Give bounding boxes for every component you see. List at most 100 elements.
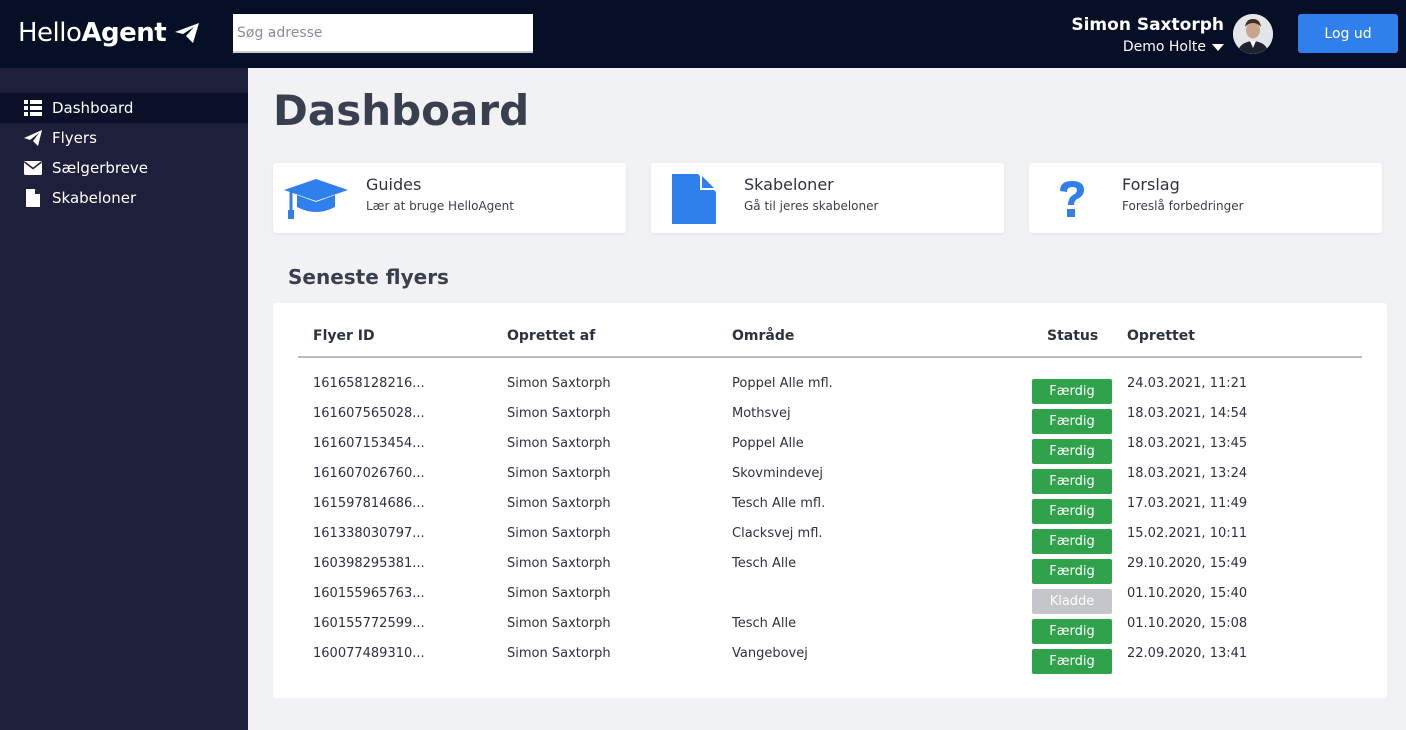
flyers-table: Flyer ID Oprettet af Område Status Opret… (273, 303, 1387, 698)
table-row[interactable]: 161338030797... Simon Saxtorph Clacksvej m… (273, 523, 1387, 554)
table-row[interactable]: 160398295381... Simon Saxtorph Tesch Alle 2… (273, 553, 1387, 584)
cell-oprettet: 29.10.2020, 15:49 (1127, 556, 1248, 571)
cell-oprettet: 18.03.2021, 14:54 (1127, 406, 1248, 421)
cell-flyer-id: 160398295381... (313, 556, 425, 571)
card-title: Guides (366, 175, 422, 194)
table-row[interactable]: 161607026760... Simon Saxtorph Skovmindeve… (273, 463, 1387, 494)
column-header-oprettet[interactable]: Oprettet (1127, 328, 1195, 344)
cell-omraade: Poppel Alle mfl. (732, 376, 833, 391)
table-row[interactable]: 161658128216... Simon Saxtorph Poppel Alle… (273, 373, 1387, 404)
column-header-flyer-id[interactable]: Flyer ID (313, 328, 375, 344)
organization-name: Demo Holte (1122, 39, 1206, 55)
column-header-omraade[interactable]: Område (732, 328, 794, 344)
table-row[interactable]: 160155965763... Simon Saxtorph 01.10.2020,… (273, 583, 1387, 614)
card-skabeloner[interactable]: Skabeloner Gå til jeres skabeloner (651, 163, 1004, 233)
graduation-cap-icon (283, 173, 349, 225)
user-name: Simon Saxtorph (1071, 15, 1224, 35)
cell-oprettet-af: Simon Saxtorph (507, 376, 611, 391)
list-icon (24, 99, 42, 117)
card-title: Skabeloner (744, 175, 834, 194)
cell-oprettet: 01.10.2020, 15:40 (1127, 586, 1248, 601)
sidebar-item-skabeloner[interactable]: Skabeloner (0, 183, 248, 213)
main-content: Dashboard Guides Lær at bruge HelloAgent… (248, 68, 1406, 730)
table-row[interactable]: 161607565028... Simon Saxtorph Mothsvej 18.… (273, 403, 1387, 434)
cell-oprettet: 15.02.2021, 10:11 (1127, 526, 1248, 541)
card-subtitle: Gå til jeres skabeloner (744, 199, 879, 213)
status-badge: Færdig (1032, 529, 1112, 554)
sidebar-item-dashboard[interactable]: Dashboard (0, 93, 248, 123)
cell-oprettet: 18.03.2021, 13:45 (1127, 436, 1248, 451)
cell-oprettet-af: Simon Saxtorph (507, 496, 611, 511)
file-icon (24, 189, 42, 207)
column-header-status[interactable]: Status (1047, 328, 1098, 344)
status-badge: Færdig (1032, 559, 1112, 584)
cell-flyer-id: 160155965763... (313, 586, 425, 601)
status-badge: Færdig (1032, 469, 1112, 494)
table-row[interactable]: 160077489310... Simon Saxtorph Vangebovej 2… (273, 643, 1387, 674)
cell-oprettet: 01.10.2020, 15:08 (1127, 616, 1248, 631)
cell-oprettet-af: Simon Saxtorph (507, 616, 611, 631)
card-guides[interactable]: Guides Lær at bruge HelloAgent (273, 163, 626, 233)
paper-plane-icon (174, 22, 200, 44)
user-menu[interactable]: Simon Saxtorph Demo Holte (1071, 14, 1224, 55)
status-badge: Færdig (1032, 619, 1112, 644)
logout-button[interactable]: Log ud (1298, 14, 1398, 53)
status-badge: Færdig (1032, 439, 1112, 464)
cell-flyer-id: 160155772599... (313, 616, 425, 631)
cell-flyer-id: 161658128216... (313, 376, 425, 391)
status-badge: Færdig (1032, 499, 1112, 524)
card-title: Forslag (1122, 175, 1180, 194)
page-title: Dashboard (273, 86, 530, 135)
paper-plane-icon (24, 129, 42, 147)
caret-down-icon (1212, 43, 1224, 51)
question-icon (1039, 173, 1105, 225)
cell-flyer-id: 161338030797... (313, 526, 425, 541)
cell-omraade: Clacksvej mfl. (732, 526, 823, 541)
logo-agent: Agent (81, 18, 167, 48)
status-badge: Færdig (1032, 649, 1112, 674)
sidebar-item-label: Dashboard (52, 99, 134, 117)
table-row[interactable]: 161597814686... Simon Saxtorph Tesch Alle … (273, 493, 1387, 524)
search-input[interactable] (233, 14, 533, 53)
envelope-icon (24, 159, 42, 177)
cell-oprettet-af: Simon Saxtorph (507, 586, 611, 601)
section-title: Seneste flyers (288, 265, 449, 289)
cell-oprettet-af: Simon Saxtorph (507, 556, 611, 571)
status-badge: Kladde (1032, 589, 1112, 614)
cell-flyer-id: 160077489310... (313, 646, 425, 661)
card-subtitle: Lær at bruge HelloAgent (366, 199, 514, 213)
cell-omraade: Tesch Alle (732, 556, 797, 571)
cell-omraade: Vangebovej (732, 646, 808, 661)
sidebar-item-saelgerbreve[interactable]: Sælgerbreve (0, 153, 248, 183)
cell-flyer-id: 161607153454... (313, 436, 425, 451)
logo[interactable]: Hello Agent (18, 16, 200, 50)
sidebar-item-flyers[interactable]: Flyers (0, 123, 248, 153)
table-header-divider (298, 356, 1362, 358)
cell-omraade: Tesch Alle (732, 616, 797, 631)
cell-flyer-id: 161607026760... (313, 466, 425, 481)
sidebar-item-label: Skabeloner (52, 189, 137, 207)
cell-omraade: Mothsvej (732, 406, 791, 421)
sidebar-item-label: Sælgerbreve (52, 159, 149, 177)
cell-oprettet-af: Simon Saxtorph (507, 526, 611, 541)
column-header-oprettet-af[interactable]: Oprettet af (507, 328, 595, 344)
sidebar: Dashboard Flyers Sælgerbreve Skabeloner (0, 68, 248, 730)
cell-oprettet: 17.03.2021, 11:49 (1127, 496, 1248, 511)
table-row[interactable]: 161607153454... Simon Saxtorph Poppel Alle… (273, 433, 1387, 464)
status-badge: Færdig (1032, 379, 1112, 404)
cell-oprettet-af: Simon Saxtorph (507, 646, 611, 661)
logo-hello: Hello (18, 18, 82, 48)
table-row[interactable]: 160155772599... Simon Saxtorph Tesch Alle 0… (273, 613, 1387, 644)
file-icon (661, 173, 727, 225)
avatar[interactable] (1233, 14, 1273, 54)
cell-flyer-id: 161597814686... (313, 496, 425, 511)
organization-dropdown[interactable]: Demo Holte (1123, 39, 1224, 55)
card-forslag[interactable]: Forslag Foreslå forbedringer (1029, 163, 1382, 233)
card-subtitle: Foreslå forbedringer (1122, 199, 1244, 213)
cell-omraade: Skovmindevej (732, 466, 824, 481)
cell-oprettet-af: Simon Saxtorph (507, 406, 611, 421)
cell-oprettet-af: Simon Saxtorph (507, 436, 611, 451)
cell-flyer-id: 161607565028... (313, 406, 425, 421)
cell-omraade: Poppel Alle (732, 436, 804, 451)
cell-omraade: Tesch Alle mfl. (732, 496, 826, 511)
